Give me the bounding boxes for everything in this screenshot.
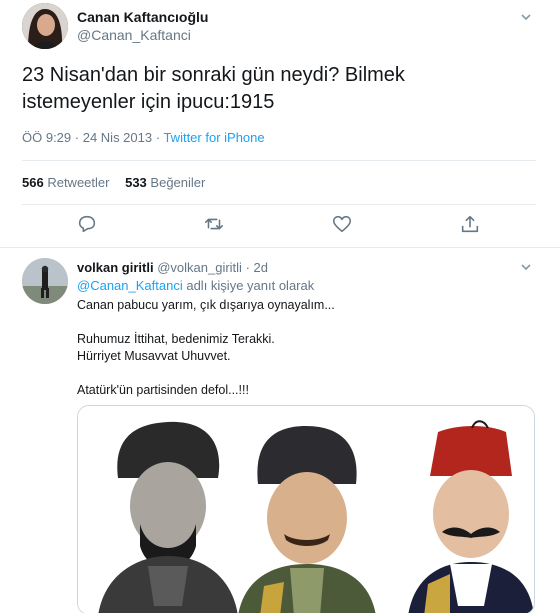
tweet-text: 23 Nisan'dan bir sonraki gün neydi? Bilm… [22, 62, 542, 116]
retweet-stat[interactable]: 566 Retweetler [22, 175, 109, 190]
reply-media-image[interactable] [77, 405, 535, 613]
reply-line: Canan pabucu yarım, çık dışarıya oynayal… [77, 298, 335, 312]
divider [22, 160, 536, 161]
retweet-icon[interactable] [203, 213, 227, 237]
author-avatar[interactable] [22, 3, 68, 49]
retweet-count: 566 [22, 175, 44, 190]
reply-time[interactable]: 2d [254, 260, 268, 275]
reply-author-avatar[interactable] [22, 258, 68, 304]
reply-line: Atatürk'ün partisinden defol...!!! [77, 383, 249, 397]
tweet-meta: ÖÖ 9:29 · 24 Nis 2013 · Twitter for iPho… [22, 130, 265, 145]
replying-mention-link[interactable]: @Canan_Kaftanci [77, 278, 183, 293]
author-handle[interactable]: @Canan_Kaftanci [77, 27, 191, 43]
like-count: 533 [125, 175, 147, 190]
main-tweet: Canan Kaftancıoğlu @Canan_Kaftanci 23 Ni… [0, 0, 560, 248]
tweet-date[interactable]: 24 Nis 2013 [83, 130, 152, 145]
share-icon[interactable] [459, 213, 483, 237]
divider [22, 204, 536, 205]
chevron-down-icon[interactable] [520, 260, 532, 272]
reply-author-name[interactable]: volkan giritli [77, 260, 154, 275]
reply-tweet[interactable]: volkan giritli @volkan_giritli · 2d @Can… [0, 250, 560, 613]
reply-line: Hürriyet Musavvat Uhuvvet. [77, 349, 231, 363]
meta-separator: · [74, 130, 83, 145]
retweet-label: Retweetler [47, 175, 110, 190]
like-label: Beğeniler [150, 175, 206, 190]
like-stat[interactable]: 533 Beğeniler [125, 175, 205, 190]
replying-suffix: adlı kişiye yanıt olarak [186, 278, 315, 293]
tweet-actions [0, 213, 560, 239]
reply-author-line: volkan giritli @volkan_giritli · 2d [77, 260, 268, 275]
reply-line: Ruhumuz İttihat, bedenimiz Terakki. [77, 332, 275, 346]
tweet-text-line: istemeyenler için ipucu:1915 [22, 91, 275, 113]
meta-separator: · [245, 260, 250, 275]
reply-author-handle[interactable]: @volkan_giritli [157, 260, 242, 275]
tweet-text-line: 23 Nisan'dan bir sonraki gün neydi? Bilm… [22, 64, 405, 86]
heart-icon[interactable] [331, 213, 355, 237]
author-name[interactable]: Canan Kaftancıoğlu [77, 9, 208, 25]
reply-text: Canan pabucu yarım, çık dışarıya oynayal… [77, 297, 537, 416]
replying-to: @Canan_Kaftanci adlı kişiye yanıt olarak [77, 278, 314, 293]
tweet-stats: 566 Retweetler 533 Beğeniler [22, 175, 217, 190]
tweet-time[interactable]: ÖÖ 9:29 [22, 130, 71, 145]
tweet-source-link[interactable]: Twitter for iPhone [163, 130, 264, 145]
reply-icon[interactable] [76, 213, 100, 237]
chevron-down-icon[interactable] [520, 10, 532, 22]
